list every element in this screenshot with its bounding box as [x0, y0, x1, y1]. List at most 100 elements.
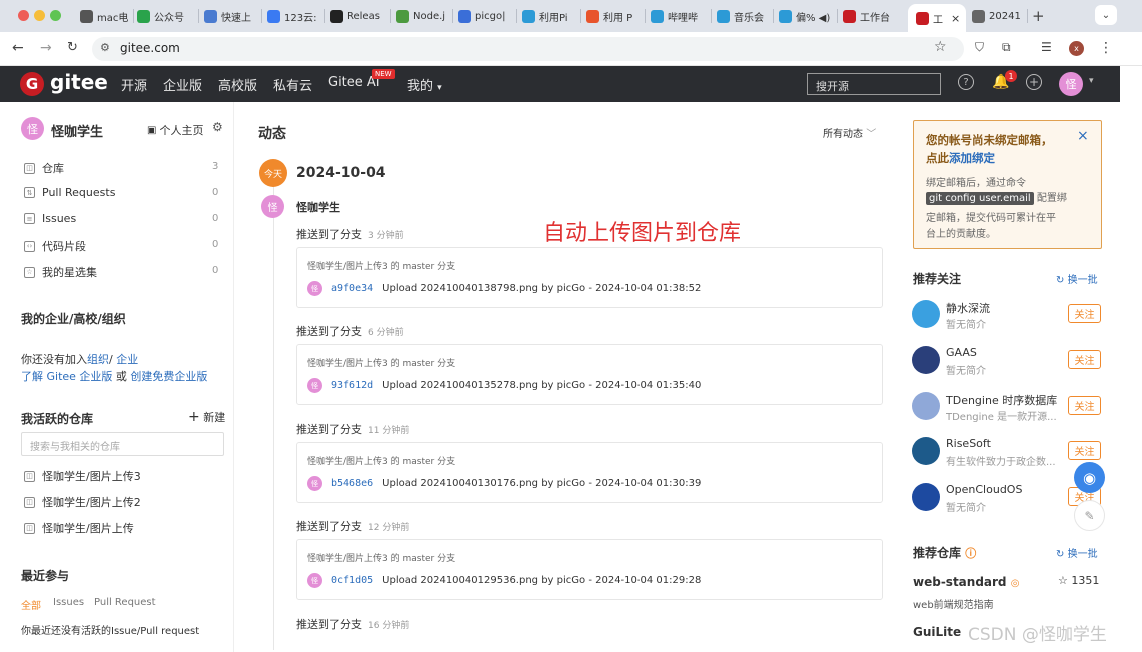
close-tab-icon[interactable]: × [951, 12, 960, 25]
feed-user-name[interactable]: 怪咖学生 [296, 199, 340, 215]
commit-branch[interactable]: 怪咖学生/图片上传3 的 master 分支 [307, 259, 455, 272]
gitee-logo-icon[interactable]: G [20, 72, 44, 96]
commit-author-avatar[interactable]: 怪 [307, 476, 322, 491]
rec-refresh-link[interactable]: ↻ 换一批 [1056, 271, 1098, 286]
user-menu-chevron-icon[interactable]: ▾ [1089, 76, 1094, 86]
nav-private-cloud[interactable]: 私有云 [273, 75, 312, 94]
browser-tab[interactable]: Releas [330, 5, 391, 27]
extension-shield-icon[interactable]: ⛉ [975, 40, 984, 55]
rec-repo-name[interactable]: web-standard ◎ [913, 575, 1019, 589]
follow-button[interactable]: 关注 [1068, 304, 1101, 323]
address-bar[interactable]: ⚙ gitee.com ☆ [92, 37, 964, 61]
nav-mine[interactable]: 我的 ▾ [407, 75, 442, 94]
browser-tab[interactable]: 快速上 [204, 5, 262, 27]
commit-sha-link[interactable]: 0cf1d05 [331, 575, 373, 586]
active-repo-item[interactable]: ◫ 怪咖学生/图片上传3 [24, 468, 141, 484]
commit-sha-link[interactable]: 93f612d [331, 380, 373, 391]
sidebar-avatar[interactable]: 怪 [21, 117, 44, 140]
enterprise-link[interactable]: 企业 [116, 353, 138, 366]
new-repo-button[interactable]: + 新建 [188, 409, 225, 425]
rec-repo2-name[interactable]: GuiLite [913, 625, 961, 639]
user-avatar[interactable]: 怪 [1059, 72, 1083, 96]
rec-name[interactable]: 静水深流 [946, 300, 990, 316]
follow-button[interactable]: 关注 [1068, 396, 1101, 415]
commit-sha-link[interactable]: a9f0e34 [331, 283, 373, 294]
close-window-button[interactable] [18, 10, 29, 21]
rec-name[interactable]: OpenCloudOS [946, 483, 1022, 496]
tab-search-chevron-icon[interactable]: ⌄ [1095, 5, 1117, 25]
sidebar-item[interactable]: ⇅ Pull Requests [24, 186, 115, 199]
rec-name[interactable]: TDengine 时序数据库 [946, 392, 1057, 408]
learn-enterprise-link[interactable]: 了解 Gitee 企业版 [21, 370, 112, 383]
gitee-logo-text[interactable]: gitee [50, 70, 108, 94]
active-repo-item[interactable]: ◫ 怪咖学生/图片上传2 [24, 494, 141, 510]
commit-author-avatar[interactable]: 怪 [307, 378, 322, 393]
commit-sha-link[interactable]: b5468e6 [331, 478, 373, 489]
org-link[interactable]: 组织 [87, 353, 109, 366]
browser-tab[interactable]: picgo| [458, 5, 517, 27]
browser-tab[interactable]: 偏% ◀) [779, 5, 838, 27]
add-email-link[interactable]: 添加绑定 [949, 151, 995, 165]
commit-branch[interactable]: 怪咖学生/图片上传3 的 master 分支 [307, 551, 455, 564]
org-logo-icon[interactable] [912, 300, 940, 328]
bookmark-star-icon[interactable]: ☆ [934, 39, 947, 55]
follow-button[interactable]: 关注 [1068, 441, 1101, 460]
browser-tab[interactable]: 工作台 [843, 5, 903, 27]
reading-list-icon[interactable]: ☰ [1041, 40, 1052, 54]
browser-tab[interactable]: 公众号 [137, 5, 199, 27]
browser-tab[interactable]: 工 × [908, 4, 966, 32]
back-button[interactable]: ← [12, 40, 24, 56]
reload-button[interactable]: ↻ [67, 40, 78, 55]
settings-gear-icon[interactable]: ⚙ [212, 120, 223, 134]
browser-tab[interactable]: Node.j [396, 5, 453, 27]
create-enterprise-link[interactable]: 创建免费企业版 [130, 370, 207, 383]
follow-button[interactable]: 关注 [1068, 350, 1101, 369]
feedback-edit-icon[interactable]: ✎ [1074, 500, 1105, 531]
browser-menu-icon[interactable]: ⋮ [1099, 40, 1113, 56]
browser-tab[interactable]: 20241 [972, 5, 1028, 27]
repo-stars[interactable]: ☆ 1351 [1058, 574, 1099, 587]
close-notice-icon[interactable]: × [1077, 128, 1089, 144]
recent-tab-pr[interactable]: Pull Request [94, 597, 156, 608]
repo-search-input[interactable]: 搜索与我相关的仓库 [21, 432, 224, 456]
nav-opensource[interactable]: 开源 [121, 75, 147, 94]
site-settings-icon[interactable]: ⚙ [100, 41, 110, 54]
rec-name[interactable]: GAAS [946, 346, 977, 359]
minimize-window-button[interactable] [34, 10, 45, 21]
extensions-puzzle-icon[interactable]: ⧉ [1002, 40, 1011, 55]
org-logo-icon[interactable] [912, 346, 940, 374]
browser-tab[interactable]: 音乐会 [717, 5, 774, 27]
new-tab-button[interactable]: + [1032, 7, 1045, 25]
org-logo-icon[interactable] [912, 437, 940, 465]
browser-tab[interactable]: 利用 P [586, 5, 646, 27]
maximize-window-button[interactable] [50, 10, 61, 21]
homepage-link[interactable]: ▣ 个人主页 [147, 122, 203, 138]
active-repo-item[interactable]: ◫ 怪咖学生/图片上传 [24, 520, 134, 536]
help-icon[interactable]: ? [958, 74, 974, 90]
commit-branch[interactable]: 怪咖学生/图片上传3 的 master 分支 [307, 454, 455, 467]
sidebar-username[interactable]: 怪咖学生 [51, 121, 103, 140]
commit-branch[interactable]: 怪咖学生/图片上传3 的 master 分支 [307, 356, 455, 369]
org-logo-icon[interactable] [912, 392, 940, 420]
floating-assistant-icon[interactable]: ◉ [1074, 462, 1105, 493]
repo-refresh-link[interactable]: ↻ 换一批 [1056, 545, 1098, 560]
commit-author-avatar[interactable]: 怪 [307, 573, 322, 588]
feed-filter-dropdown[interactable]: 所有动态 ﹀ [823, 125, 876, 140]
rec-name[interactable]: RiseSoft [946, 437, 991, 450]
sidebar-item[interactable]: ‹› 代码片段 [24, 238, 86, 254]
sidebar-item[interactable]: ☆ 我的星选集 [24, 264, 97, 280]
help-circle-icon[interactable]: ⓘ [965, 547, 976, 560]
browser-tab[interactable]: 利用Pi [522, 5, 581, 27]
commit-author-avatar[interactable]: 怪 [307, 281, 322, 296]
forward-button[interactable]: → [40, 40, 52, 56]
recent-tab-issues[interactable]: Issues [53, 597, 84, 608]
browser-tab[interactable]: 哔哩哔 [651, 5, 712, 27]
feed-user-avatar[interactable]: 怪 [261, 195, 284, 218]
browser-tab[interactable]: mac电 [80, 5, 134, 27]
sidebar-item[interactable]: ≡ Issues [24, 212, 76, 225]
plus-create-icon[interactable]: + [1026, 74, 1042, 90]
nav-enterprise[interactable]: 企业版 [163, 75, 202, 94]
profile-avatar[interactable]: x [1069, 41, 1084, 56]
header-search-input[interactable]: 搜开源 [807, 73, 941, 95]
sidebar-item[interactable]: ◫ 仓库 [24, 160, 64, 176]
